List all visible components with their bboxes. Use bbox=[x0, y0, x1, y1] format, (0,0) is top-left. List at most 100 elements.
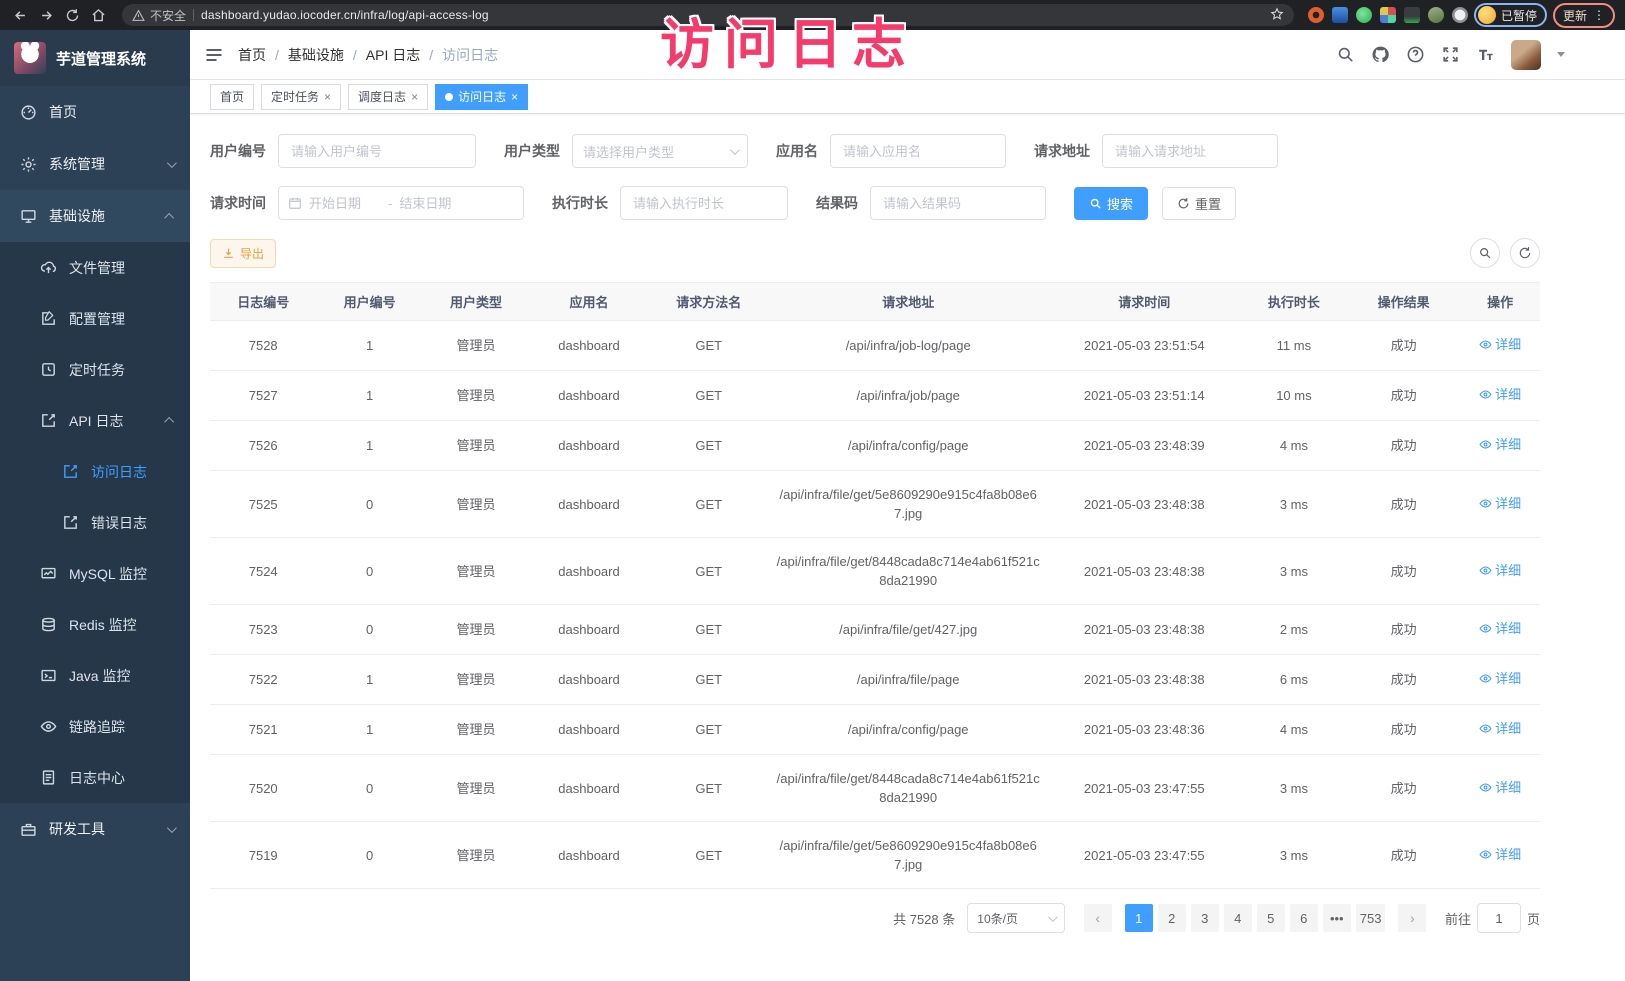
sidebar-item-redis[interactable]: Redis 监控 bbox=[0, 599, 190, 650]
page-size-select[interactable]: 10条/页 bbox=[967, 903, 1065, 933]
detail-link[interactable]: 详细 bbox=[1479, 719, 1521, 738]
page-number-button[interactable]: 4 bbox=[1224, 904, 1252, 932]
cell-user-type: 管理员 bbox=[423, 655, 529, 705]
user-avatar[interactable] bbox=[1511, 40, 1541, 70]
detail-link[interactable]: 详细 bbox=[1479, 335, 1521, 354]
page-number-button[interactable]: 3 bbox=[1191, 904, 1219, 932]
goto-page-input[interactable] bbox=[1477, 903, 1521, 933]
toggle-search-button[interactable] bbox=[1470, 238, 1500, 268]
user-id-input[interactable] bbox=[278, 134, 476, 168]
help-icon[interactable] bbox=[1406, 45, 1425, 64]
sidebar-item-access-log[interactable]: 访问日志 bbox=[0, 446, 190, 497]
sidebar-item-trace[interactable]: 链路追踪 bbox=[0, 701, 190, 752]
extension-icon-2[interactable] bbox=[1332, 7, 1348, 23]
result-code-input[interactable] bbox=[870, 186, 1046, 220]
detail-link[interactable]: 详细 bbox=[1479, 619, 1521, 638]
font-size-icon[interactable] bbox=[1476, 45, 1495, 64]
close-icon[interactable]: × bbox=[411, 91, 418, 103]
table-row: 7521 1 管理员 dashboard GET /api/infra/conf… bbox=[210, 705, 1540, 755]
sidebar-item-java[interactable]: Java 监控 bbox=[0, 650, 190, 701]
security-warning-icon[interactable]: 不安全 bbox=[132, 7, 186, 24]
close-icon[interactable]: × bbox=[511, 91, 518, 103]
cell-user-type: 管理员 bbox=[423, 321, 529, 371]
caret-down-icon[interactable] bbox=[1557, 52, 1565, 57]
app-name-input[interactable] bbox=[830, 134, 1006, 168]
search-icon[interactable] bbox=[1336, 45, 1355, 64]
detail-link-label: 详细 bbox=[1495, 385, 1521, 404]
extension-icon-5[interactable] bbox=[1404, 7, 1420, 23]
cell-app-name: dashboard bbox=[529, 538, 649, 605]
sidebar-item-job[interactable]: 定时任务 bbox=[0, 344, 190, 395]
page-size-label: 10条/页 bbox=[977, 910, 1018, 927]
back-icon[interactable] bbox=[10, 5, 30, 25]
search-button[interactable]: 搜索 bbox=[1074, 187, 1148, 220]
browser-update-button[interactable]: 更新 ⋮ bbox=[1553, 3, 1615, 28]
breadcrumb-item[interactable]: 首页 bbox=[238, 45, 266, 65]
page-number-button[interactable]: ••• bbox=[1323, 904, 1351, 932]
sidebar-item-file[interactable]: 文件管理 bbox=[0, 242, 190, 293]
sidebar-item-error-log[interactable]: 错误日志 bbox=[0, 497, 190, 548]
extension-icon-6[interactable] bbox=[1428, 7, 1444, 23]
prev-page-button[interactable]: ‹ bbox=[1084, 904, 1112, 932]
detail-link[interactable]: 详细 bbox=[1479, 778, 1521, 797]
github-icon[interactable] bbox=[1371, 45, 1390, 64]
cell-method: GET bbox=[649, 538, 769, 605]
extension-icon-7[interactable] bbox=[1452, 7, 1468, 23]
close-icon[interactable]: × bbox=[324, 91, 331, 103]
sidebar-item-log-center[interactable]: 日志中心 bbox=[0, 752, 190, 803]
table-row: 7525 0 管理员 dashboard GET /api/infra/file… bbox=[210, 471, 1540, 538]
bookmark-star-icon[interactable] bbox=[1270, 7, 1284, 24]
reload-icon[interactable] bbox=[62, 5, 82, 25]
next-page-button[interactable]: › bbox=[1398, 904, 1426, 932]
detail-link[interactable]: 详细 bbox=[1479, 385, 1521, 404]
breadcrumb-item[interactable]: 基础设施 bbox=[288, 45, 344, 65]
sidebar-item-config[interactable]: 配置管理 bbox=[0, 293, 190, 344]
sidebar-item-infra[interactable]: 基础设施 bbox=[0, 190, 190, 242]
reset-button[interactable]: 重置 bbox=[1162, 187, 1236, 220]
extension-icon-4[interactable] bbox=[1380, 7, 1396, 23]
browser-menu-icon[interactable]: ⋮ bbox=[1593, 8, 1605, 22]
sidebar-item-home[interactable]: 首页 bbox=[0, 86, 190, 138]
page-number-button[interactable]: 6 bbox=[1290, 904, 1318, 932]
request-url-input[interactable] bbox=[1102, 134, 1278, 168]
page-number-button[interactable]: 753 bbox=[1356, 904, 1386, 932]
sidebar-item-mysql[interactable]: MySQL 监控 bbox=[0, 548, 190, 599]
cell-request-url: /api/infra/config/page bbox=[769, 705, 1048, 755]
chevron-down-icon bbox=[167, 823, 177, 833]
cell-user-id: 1 bbox=[316, 421, 422, 471]
refresh-table-button[interactable] bbox=[1510, 238, 1540, 268]
date-range-picker[interactable]: - bbox=[278, 186, 524, 220]
page-number-button[interactable]: 2 bbox=[1158, 904, 1186, 932]
page-number-button[interactable]: 1 bbox=[1125, 904, 1153, 932]
page-tag[interactable]: 首页 bbox=[210, 84, 254, 110]
extension-icon-1[interactable] bbox=[1308, 7, 1324, 23]
browser-profile-chip[interactable]: 已暂停 bbox=[1474, 3, 1547, 27]
hamburger-icon[interactable] bbox=[204, 45, 224, 65]
detail-link[interactable]: 详细 bbox=[1479, 494, 1521, 513]
start-date-input[interactable] bbox=[309, 196, 381, 211]
detail-link[interactable]: 详细 bbox=[1479, 669, 1521, 688]
detail-link[interactable]: 详细 bbox=[1479, 845, 1521, 864]
address-bar[interactable]: 不安全 dashboard.yudao.iocoder.cn/infra/log… bbox=[122, 4, 1294, 26]
page-number-button[interactable]: 5 bbox=[1257, 904, 1285, 932]
page-tag[interactable]: 访问日志 × bbox=[435, 84, 528, 110]
sidebar-item-api-log[interactable]: API 日志 bbox=[0, 395, 190, 446]
fullscreen-icon[interactable] bbox=[1441, 45, 1460, 64]
export-button[interactable]: 导出 bbox=[210, 239, 276, 268]
sidebar-item-dev-tools[interactable]: 研发工具 bbox=[0, 803, 190, 855]
home-icon[interactable] bbox=[88, 5, 108, 25]
sidebar-item-system[interactable]: 系统管理 bbox=[0, 138, 190, 190]
duration-input[interactable] bbox=[620, 186, 788, 220]
page-tag[interactable]: 调度日志 × bbox=[348, 84, 428, 110]
page-tag[interactable]: 定时任务 × bbox=[261, 84, 341, 110]
extension-icon-3[interactable] bbox=[1356, 7, 1372, 23]
detail-link[interactable]: 详细 bbox=[1479, 561, 1521, 580]
forward-icon[interactable] bbox=[36, 5, 56, 25]
end-date-input[interactable] bbox=[399, 196, 471, 211]
breadcrumb-item[interactable]: API 日志 bbox=[366, 45, 420, 65]
user-type-select[interactable]: 请选择用户类型 bbox=[572, 134, 748, 168]
detail-link[interactable]: 详细 bbox=[1479, 435, 1521, 454]
url-text[interactable]: dashboard.yudao.iocoder.cn/infra/log/api… bbox=[201, 8, 1263, 22]
date-separator: - bbox=[388, 196, 392, 211]
app-logo-bar[interactable]: 芋道管理系统 bbox=[0, 30, 190, 86]
